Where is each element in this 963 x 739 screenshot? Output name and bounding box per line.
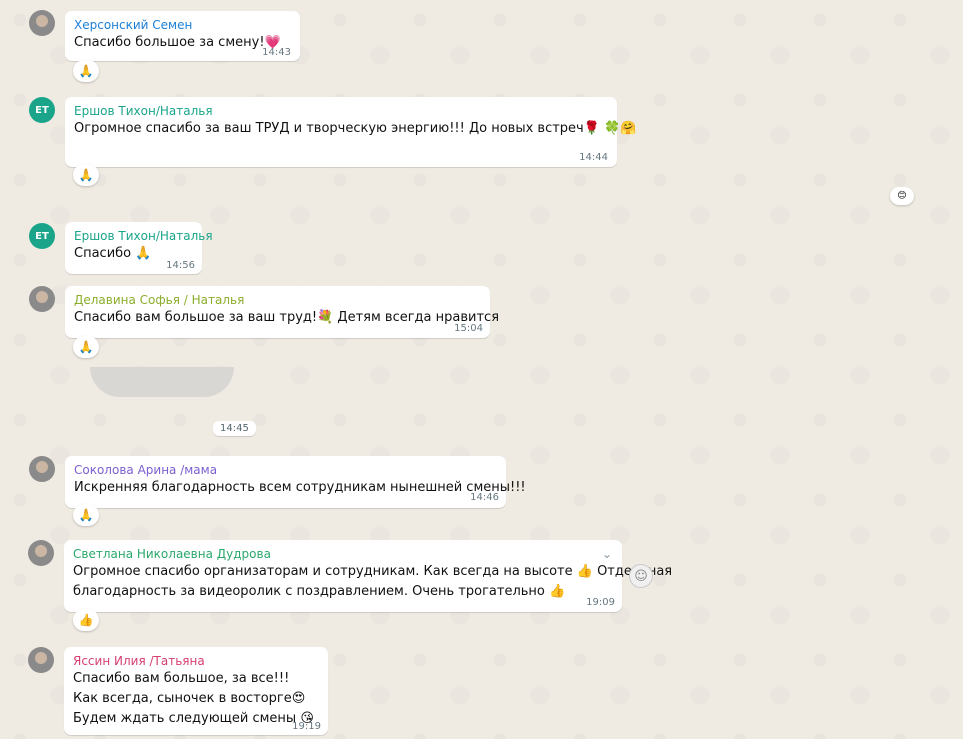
reaction-badge[interactable]: 👍 bbox=[73, 609, 99, 631]
message-bubble[interactable]: Соколова Арина /мама Искренняя благодарн… bbox=[65, 456, 526, 508]
sender-name[interactable]: Ершов Тихон/Наталья bbox=[74, 228, 213, 244]
message-text: Спасибо вам большое за ваш труд!💐 Детям … bbox=[74, 310, 500, 325]
avatar[interactable] bbox=[29, 456, 55, 482]
avatar[interactable] bbox=[28, 540, 54, 566]
message-bubble[interactable]: Ершов Тихон/Наталья Огромное спасибо за … bbox=[65, 97, 637, 167]
avatar[interactable] bbox=[29, 286, 55, 312]
avatar[interactable]: ЕТ bbox=[29, 223, 55, 249]
message-text-line: благодарность за видеоролик с поздравлен… bbox=[73, 584, 566, 599]
message-text-line: Будем ждать следующей смены 😘 bbox=[73, 711, 314, 726]
reaction-badge[interactable]: 🙏 bbox=[73, 504, 99, 526]
message-text: Спасибо большое за смену!💗 bbox=[74, 35, 281, 50]
sender-name[interactable]: Делавина Софья / Наталья bbox=[74, 292, 481, 308]
reaction-badge[interactable]: 🙏 bbox=[73, 336, 99, 358]
message-time: 19:19 bbox=[292, 721, 321, 732]
message-text-line: Огромное спасибо организаторам и сотрудн… bbox=[73, 564, 673, 579]
chevron-down-icon[interactable]: ⌄ bbox=[600, 547, 614, 561]
message-time: 14:46 bbox=[470, 492, 499, 503]
sender-name[interactable]: Ершов Тихон/Наталья bbox=[74, 103, 608, 119]
message-text-line: Спасибо вам большое, за все!!! bbox=[73, 671, 290, 686]
avatar[interactable]: ЕТ bbox=[29, 97, 55, 123]
message-time: 15:04 bbox=[454, 323, 483, 334]
sender-name[interactable]: Яссин Илия /Татьяна bbox=[73, 653, 319, 669]
media-placeholder bbox=[90, 367, 234, 397]
message-bubble[interactable]: Херсонский Семен Спасибо большое за смен… bbox=[65, 11, 300, 61]
message-bubble[interactable]: Светлана Николаевна Дудрова Огромное спа… bbox=[64, 540, 673, 612]
message-time: 14:43 bbox=[262, 47, 291, 58]
sender-name[interactable]: Соколова Арина /мама bbox=[74, 462, 497, 478]
partial-reaction-badge[interactable]: 😊 bbox=[890, 187, 914, 205]
message-text: Огромное спасибо за ваш ТРУД и творческу… bbox=[74, 121, 637, 136]
avatar[interactable] bbox=[29, 10, 55, 36]
avatar[interactable] bbox=[28, 647, 54, 673]
time-separator: 14:45 bbox=[213, 421, 256, 436]
message-bubble[interactable]: Ершов Тихон/Наталья Спасибо 🙏 14:56 bbox=[65, 222, 213, 274]
sender-name[interactable]: Херсонский Семен bbox=[74, 17, 291, 33]
reaction-badge[interactable]: 🙏 bbox=[73, 60, 99, 82]
message-bubble[interactable]: Делавина Софья / Наталья Спасибо вам бол… bbox=[65, 286, 500, 338]
message-bubble[interactable]: Яссин Илия /Татьяна Спасибо вам большое,… bbox=[64, 647, 328, 735]
message-time: 14:56 bbox=[166, 260, 195, 271]
emoji-icon[interactable]: ☺ bbox=[629, 564, 653, 588]
reaction-badge[interactable]: 🙏 bbox=[73, 164, 99, 186]
message-text-line: Как всегда, сыночек в восторге😍 bbox=[73, 691, 306, 706]
message-time: 19:09 bbox=[586, 597, 615, 608]
message-time: 14:44 bbox=[579, 152, 608, 163]
message-text: Искренняя благодарность всем сотрудникам… bbox=[74, 480, 526, 495]
sender-name[interactable]: Светлана Николаевна Дудрова bbox=[73, 546, 613, 562]
